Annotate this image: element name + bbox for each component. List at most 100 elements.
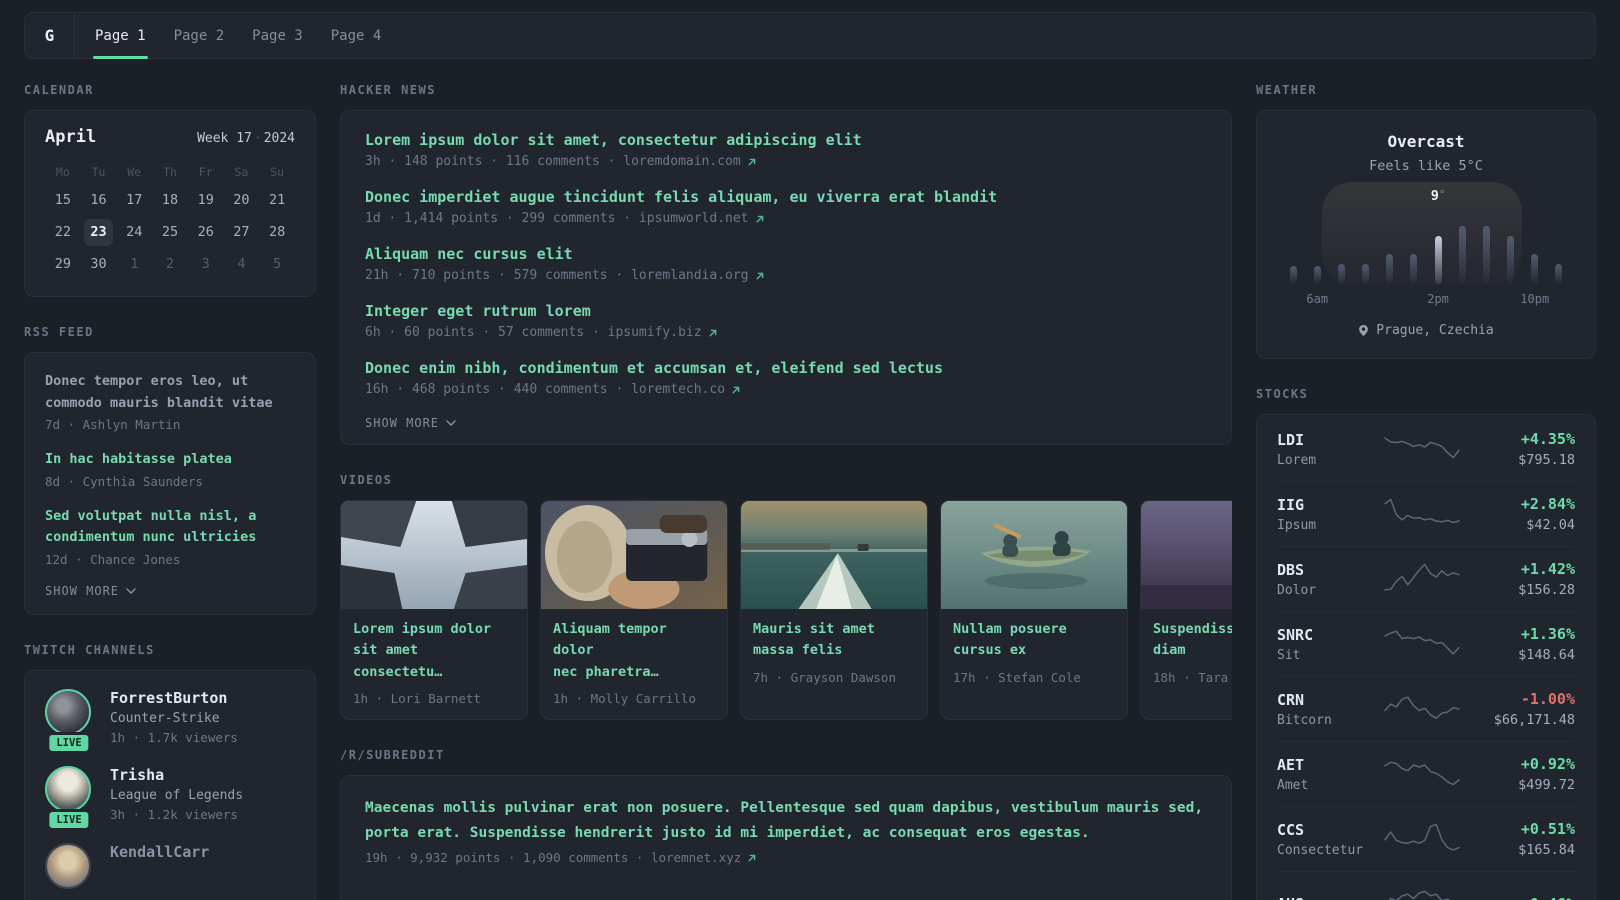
- hacker-news-item-title[interactable]: Integer eget rutrum lorem: [365, 302, 1207, 320]
- stock-change: +0.51%: [1520, 820, 1575, 838]
- left-column: CALENDAR April Week 17 · 2024 Mo Tu We Th Fr Sa…: [24, 83, 316, 900]
- twitch-channel-name[interactable]: Trisha: [110, 766, 243, 784]
- video-card-body: Suspendisse diam 18h · Tara: [1141, 609, 1232, 698]
- calendar-day: 22: [54, 224, 71, 240]
- twitch-list: LIVE ForrestBurton Counter-Strike 1h · 1.7k…: [45, 688, 295, 889]
- stock-values: -1.00% $66,171.48: [1494, 690, 1575, 728]
- stock-name: Ipsum: [1277, 517, 1317, 533]
- video-title[interactable]: Suspendisse diam: [1153, 619, 1232, 662]
- temperature-bar: [1337, 264, 1345, 284]
- temperature-bar-cell: [1426, 236, 1450, 284]
- stock-row[interactable]: DBS Dolor +1.42% $156.28: [1277, 547, 1575, 612]
- stock-change: +2.84%: [1520, 495, 1575, 513]
- rss-item-meta: 12d · Chance Jones: [45, 551, 181, 567]
- hacker-news-item-title[interactable]: Lorem ipsum dolor sit amet, consectetur …: [365, 131, 1207, 149]
- section-title-rss: RSS FEED: [24, 325, 94, 339]
- weekday-label: Su: [270, 165, 285, 179]
- chevron-down-icon: [446, 420, 456, 426]
- stock-sparkline: [1383, 820, 1461, 858]
- video-title[interactable]: Nullam posuere cursus ex: [953, 619, 1115, 662]
- stock-row[interactable]: CRN Bitcorn -1.00% $66,171.48: [1277, 677, 1575, 742]
- stock-row[interactable]: AET Amet +0.92% $499.72: [1277, 742, 1575, 807]
- tab-page-1[interactable]: Page 1: [81, 13, 160, 59]
- external-link-icon: [709, 329, 716, 336]
- stock-row[interactable]: LDI Lorem +4.35% $795.18: [1277, 417, 1575, 482]
- temperature-bar-cell: [1402, 254, 1426, 284]
- twitch-channel[interactable]: LIVE Trisha League of Legends 3h · 1.2k vie…: [45, 765, 295, 831]
- rss-show-more-button[interactable]: SHOW MORE: [45, 584, 295, 598]
- video-card[interactable]: Aliquam tempor dolor nec pharetra… 1h · M…: [540, 500, 728, 720]
- twitch-channel-game: League of Legends: [110, 787, 244, 803]
- stock-values: +4.35% $795.18: [1518, 430, 1575, 468]
- weather-widget: WEATHER Overcast Feels like 5°C 9° 6am 2p…: [1256, 83, 1596, 359]
- tab-page-3[interactable]: Page 3: [238, 13, 317, 58]
- rss-card: Donec tempor eros leo, ut commodo mauris…: [24, 352, 316, 615]
- video-thumbnail: [941, 501, 1127, 609]
- calendar-day: 21: [269, 192, 286, 208]
- weather-condition: Overcast: [1387, 132, 1465, 151]
- calendar-year: 2024: [263, 131, 295, 146]
- temperature-bar: [1507, 236, 1515, 284]
- video-card[interactable]: Mauris sit amet massa felis 7h · Grayson …: [740, 500, 928, 720]
- video-card[interactable]: Suspendisse diam 18h · Tara: [1140, 500, 1232, 720]
- weekday-label: Tu: [91, 165, 106, 179]
- video-card[interactable]: Nullam posuere cursus ex 17h · Stefan Col…: [940, 500, 1128, 720]
- stock-ticker: AET: [1277, 755, 1305, 774]
- stock-ticker: DBS: [1277, 560, 1305, 579]
- hacker-news-item-title[interactable]: Donec imperdiet augue tincidunt felis al…: [365, 188, 1207, 206]
- hacker-news-item-title[interactable]: Donec enim nibh, condimentum et accumsan…: [365, 359, 1207, 377]
- stock-name: Dolor: [1277, 582, 1317, 598]
- stock-row[interactable]: SNRC Sit +1.36% $148.64: [1277, 612, 1575, 677]
- calendar-grid: Mo Tu We Th Fr Sa Su 15 16 17 18 19 20 21 22 23 24 25 26 27…: [45, 162, 295, 278]
- video-card[interactable]: Lorem ipsum dolor sit amet consectetu… 1h…: [340, 500, 528, 720]
- twitch-channel-name[interactable]: ForrestBurton: [110, 689, 238, 707]
- twitch-channel-info: ForrestBurton Counter-Strike 1h · 1.7k vie…: [110, 689, 238, 745]
- stock-sparkline: [1383, 625, 1461, 663]
- tab-page-4[interactable]: Page 4: [317, 13, 396, 58]
- rss-item-title[interactable]: In hac habitasse platea: [45, 449, 295, 471]
- video-meta: 17h · Stefan Cole: [953, 669, 1081, 685]
- calendar-day-selected: 23: [83, 219, 114, 246]
- stock-row[interactable]: IIG Ipsum +2.84% $42.04: [1277, 482, 1575, 547]
- hacker-news-item: Donec imperdiet augue tincidunt felis al…: [365, 188, 1207, 226]
- calendar-day: 29: [54, 256, 71, 272]
- hacker-news-show-more-button[interactable]: SHOW MORE: [365, 416, 1207, 430]
- rss-item-title[interactable]: Sed volutpat nulla nisl, a condimentum n…: [45, 506, 295, 549]
- stock-price: $499.72: [1518, 777, 1575, 793]
- tab-page-2[interactable]: Page 2: [160, 13, 239, 58]
- twitch-channel-name[interactable]: KendallCarr: [110, 843, 209, 861]
- live-badge: LIVE: [46, 731, 92, 754]
- hacker-news-item-title[interactable]: Aliquam nec cursus elit: [365, 245, 1207, 263]
- app-logo[interactable]: G: [25, 13, 75, 58]
- temperature-bar-cell: [1281, 266, 1305, 284]
- twitch-channel[interactable]: KendallCarr: [45, 842, 295, 889]
- twitch-channel-game: Counter-Strike: [110, 710, 220, 726]
- stock-row[interactable]: CCS Consectetur +0.51% $165.84: [1277, 807, 1575, 872]
- hacker-news-item-meta: 1d · 1,414 points · 299 comments · ipsum…: [365, 211, 1207, 226]
- stock-name: Consectetur: [1277, 842, 1364, 858]
- calendar-day: 5: [273, 256, 282, 272]
- subreddit-post-title[interactable]: Maecenas mollis pulvinar erat non posuer…: [365, 796, 1207, 845]
- stock-row[interactable]: AHS +0.46%: [1277, 872, 1575, 900]
- video-thumbnail-camera: [541, 501, 727, 609]
- video-title[interactable]: Aliquam tempor dolor nec pharetra…: [553, 619, 715, 683]
- weather-hourly-chart: 9° 6am 2pm 10pm: [1281, 182, 1571, 308]
- stock-values: +0.46%: [1521, 895, 1575, 900]
- show-more-label: SHOW MORE: [45, 583, 120, 598]
- calendar-day: 15: [54, 192, 71, 208]
- external-link-icon: [748, 158, 755, 165]
- video-title[interactable]: Mauris sit amet massa felis: [753, 619, 915, 662]
- temperature-bar-cell: [1450, 226, 1474, 284]
- video-title[interactable]: Lorem ipsum dolor sit amet consectetu…: [353, 619, 515, 683]
- hacker-news-item: Integer eget rutrum lorem 6h · 60 points …: [365, 302, 1207, 340]
- section-title-videos: VIDEOS: [340, 473, 393, 487]
- calendar-card: April Week 17 · 2024 Mo Tu We Th Fr Sa Su 15 16 17 1…: [24, 110, 316, 297]
- stock-name: Amet: [1277, 777, 1309, 793]
- video-thumbnail: [741, 501, 927, 609]
- calendar-day: 16: [90, 192, 107, 208]
- rss-item-title[interactable]: Donec tempor eros leo, ut commodo mauris…: [45, 371, 295, 414]
- avatar-wrap: [45, 842, 93, 889]
- hour-label: 2pm: [1427, 292, 1449, 306]
- twitch-channel[interactable]: LIVE ForrestBurton Counter-Strike 1h · 1.7k…: [45, 688, 295, 754]
- show-more-label: SHOW MORE: [365, 416, 440, 430]
